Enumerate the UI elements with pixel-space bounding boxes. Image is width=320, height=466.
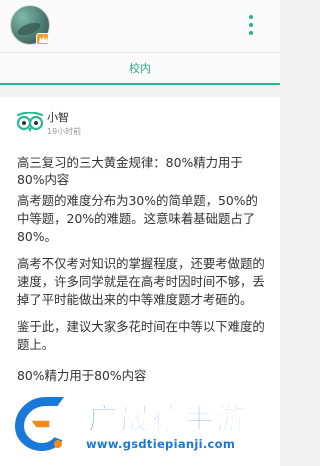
watermark-title: 广晟德手游 xyxy=(88,402,248,438)
tab-campus[interactable]: 校内 xyxy=(0,53,280,84)
post-paragraph: 高考不仅考对知识的掌握程度，还要考做题的速度，许多同学就是在高考时因时间不够，丢… xyxy=(17,256,265,307)
post-paragraph: 高考题的难度分布为30%的简单题，50%的中等题，20%的难题。这意味着基础题占… xyxy=(17,193,258,244)
site-watermark: 广晟德手游 www.gsdtiepianji.com xyxy=(0,380,280,466)
post-title: 高三复习的三大黄金规律：80%精力用于80%内容 xyxy=(17,155,243,187)
post-paragraph: 鉴于此，建议大家多花时间在中等以下难度的题上。 xyxy=(17,319,265,352)
post-timestamp: 19小时前 xyxy=(47,127,82,136)
more-dot xyxy=(249,31,253,35)
owl-avatar-icon[interactable] xyxy=(16,112,44,132)
top-bar xyxy=(0,0,280,52)
more-vertical-icon[interactable] xyxy=(244,13,258,37)
post-author[interactable]: 小智 xyxy=(47,109,69,125)
more-dot xyxy=(249,15,253,19)
watermark-logo-icon xyxy=(12,395,68,454)
tab-bar: 校内 xyxy=(0,52,280,85)
watermark-url: www.gsdtiepianji.com xyxy=(86,437,236,451)
vip-badge-icon xyxy=(36,33,49,45)
more-dot xyxy=(249,23,253,27)
